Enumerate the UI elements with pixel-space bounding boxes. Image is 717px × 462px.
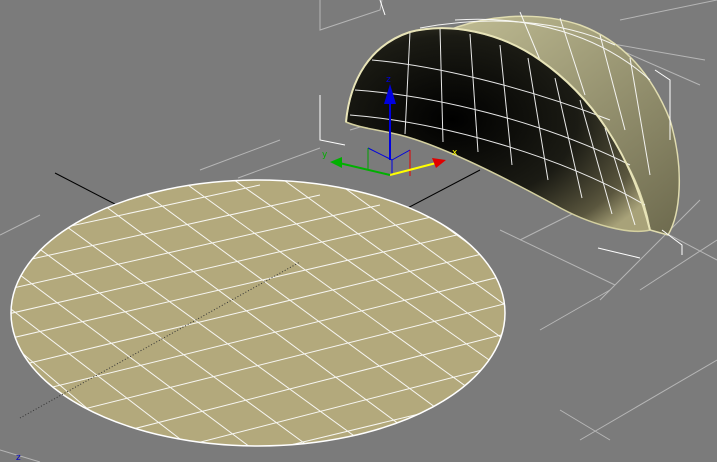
bowl-object[interactable] — [345, 11, 681, 236]
gizmo-y-arrow[interactable] — [330, 157, 342, 168]
scene-canvas[interactable]: x y z z — [0, 0, 717, 462]
gizmo-x-axis[interactable] — [389, 161, 441, 176]
gizmo-x-arrow[interactable] — [432, 158, 446, 168]
gizmo-y-label: y — [322, 150, 328, 160]
disc-object[interactable] — [0, 170, 560, 462]
gizmo-x-label: x — [452, 148, 458, 158]
view-axis-tripod: z — [16, 453, 21, 462]
gizmo-y-axis[interactable] — [334, 161, 391, 176]
gizmo-z-label: z — [386, 75, 391, 85]
view-axis-z-label: z — [16, 453, 21, 462]
perspective-viewport[interactable]: x y z z — [0, 0, 717, 462]
